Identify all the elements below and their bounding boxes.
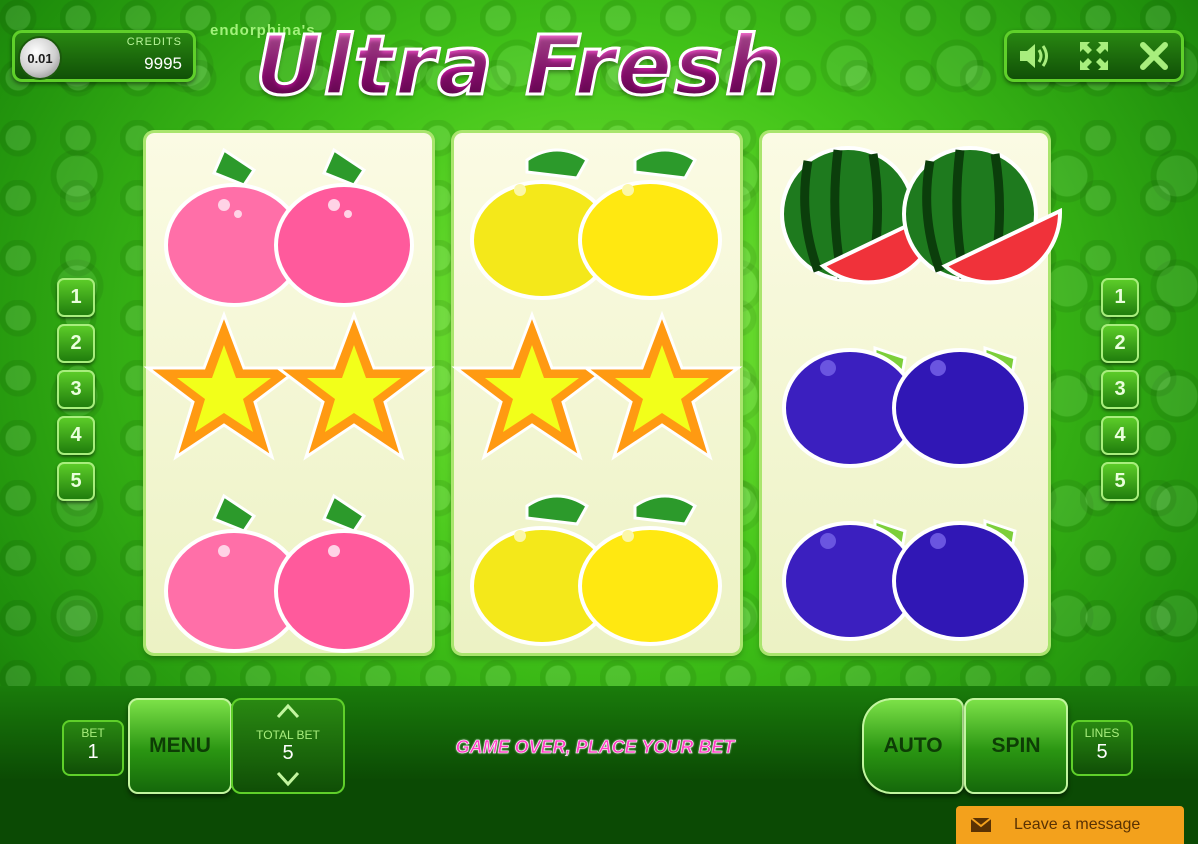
line-button-5[interactable]: 5 bbox=[57, 462, 95, 501]
symbol-grapes bbox=[762, 306, 1048, 479]
spin-label: SPIN bbox=[991, 734, 1041, 757]
auto-label: AUTO bbox=[883, 734, 943, 757]
decrease-bet-icon[interactable] bbox=[276, 770, 300, 788]
symbol-grapes bbox=[762, 479, 1048, 652]
line-buttons-left: 1 2 3 4 5 bbox=[57, 278, 95, 501]
bet-box: BET 1 bbox=[62, 720, 124, 776]
line-button-3[interactable]: 3 bbox=[1101, 370, 1139, 409]
credits-value: 9995 bbox=[144, 54, 182, 73]
top-controls bbox=[1004, 30, 1184, 82]
symbol-star bbox=[143, 306, 435, 479]
game-title: Ultra Fresh bbox=[253, 19, 786, 114]
increase-bet-icon[interactable] bbox=[276, 702, 300, 720]
line-button-3[interactable]: 3 bbox=[57, 370, 95, 409]
total-bet-value: 5 bbox=[282, 742, 294, 764]
line-button-1[interactable]: 1 bbox=[57, 278, 95, 317]
symbol-lemon bbox=[454, 133, 740, 306]
credits-label: CREDITS bbox=[126, 36, 182, 48]
auto-button[interactable]: AUTO bbox=[862, 698, 964, 794]
lines-label: LINES bbox=[1084, 726, 1120, 740]
reel-2 bbox=[451, 133, 743, 653]
line-button-2[interactable]: 2 bbox=[57, 324, 95, 363]
fullscreen-icon[interactable] bbox=[1072, 36, 1116, 76]
leave-message-button[interactable]: Leave a message bbox=[956, 806, 1184, 844]
symbol-star bbox=[451, 306, 743, 479]
line-button-2[interactable]: 2 bbox=[1101, 324, 1139, 363]
symbol-raspberry bbox=[146, 133, 432, 307]
sound-icon[interactable] bbox=[1012, 36, 1056, 76]
line-button-4[interactable]: 4 bbox=[57, 416, 95, 455]
envelope-icon bbox=[970, 817, 992, 832]
total-bet-label: TOTAL BET bbox=[256, 728, 320, 742]
symbol-lemon bbox=[454, 479, 740, 652]
symbol-raspberry bbox=[146, 479, 432, 653]
close-icon[interactable] bbox=[1132, 36, 1176, 76]
coin-value-button[interactable]: 0.01 bbox=[18, 36, 62, 80]
total-bet-box: TOTAL BET 5 bbox=[231, 698, 345, 794]
bet-value: 1 bbox=[87, 741, 99, 763]
menu-button[interactable]: MENU bbox=[128, 698, 232, 794]
symbol-watermelon bbox=[762, 133, 1063, 306]
menu-label: MENU bbox=[149, 734, 211, 757]
status-message: GAME OVER, PLACE YOUR BET bbox=[455, 737, 735, 758]
credits-panel: 0.01 CREDITS 9995 bbox=[12, 30, 196, 82]
leave-message-label: Leave a message bbox=[1014, 816, 1141, 833]
lines-box: LINES 5 bbox=[1071, 720, 1133, 776]
line-button-1[interactable]: 1 bbox=[1101, 278, 1139, 317]
reel-3 bbox=[762, 133, 1063, 653]
bet-label: BET bbox=[81, 726, 105, 740]
reel-1 bbox=[143, 133, 435, 653]
line-button-4[interactable]: 4 bbox=[1101, 416, 1139, 455]
line-button-5[interactable]: 5 bbox=[1101, 462, 1139, 501]
spin-button[interactable]: SPIN bbox=[964, 698, 1068, 794]
lines-value: 5 bbox=[1096, 741, 1108, 763]
line-buttons-right: 1 2 3 4 5 bbox=[1101, 278, 1139, 501]
